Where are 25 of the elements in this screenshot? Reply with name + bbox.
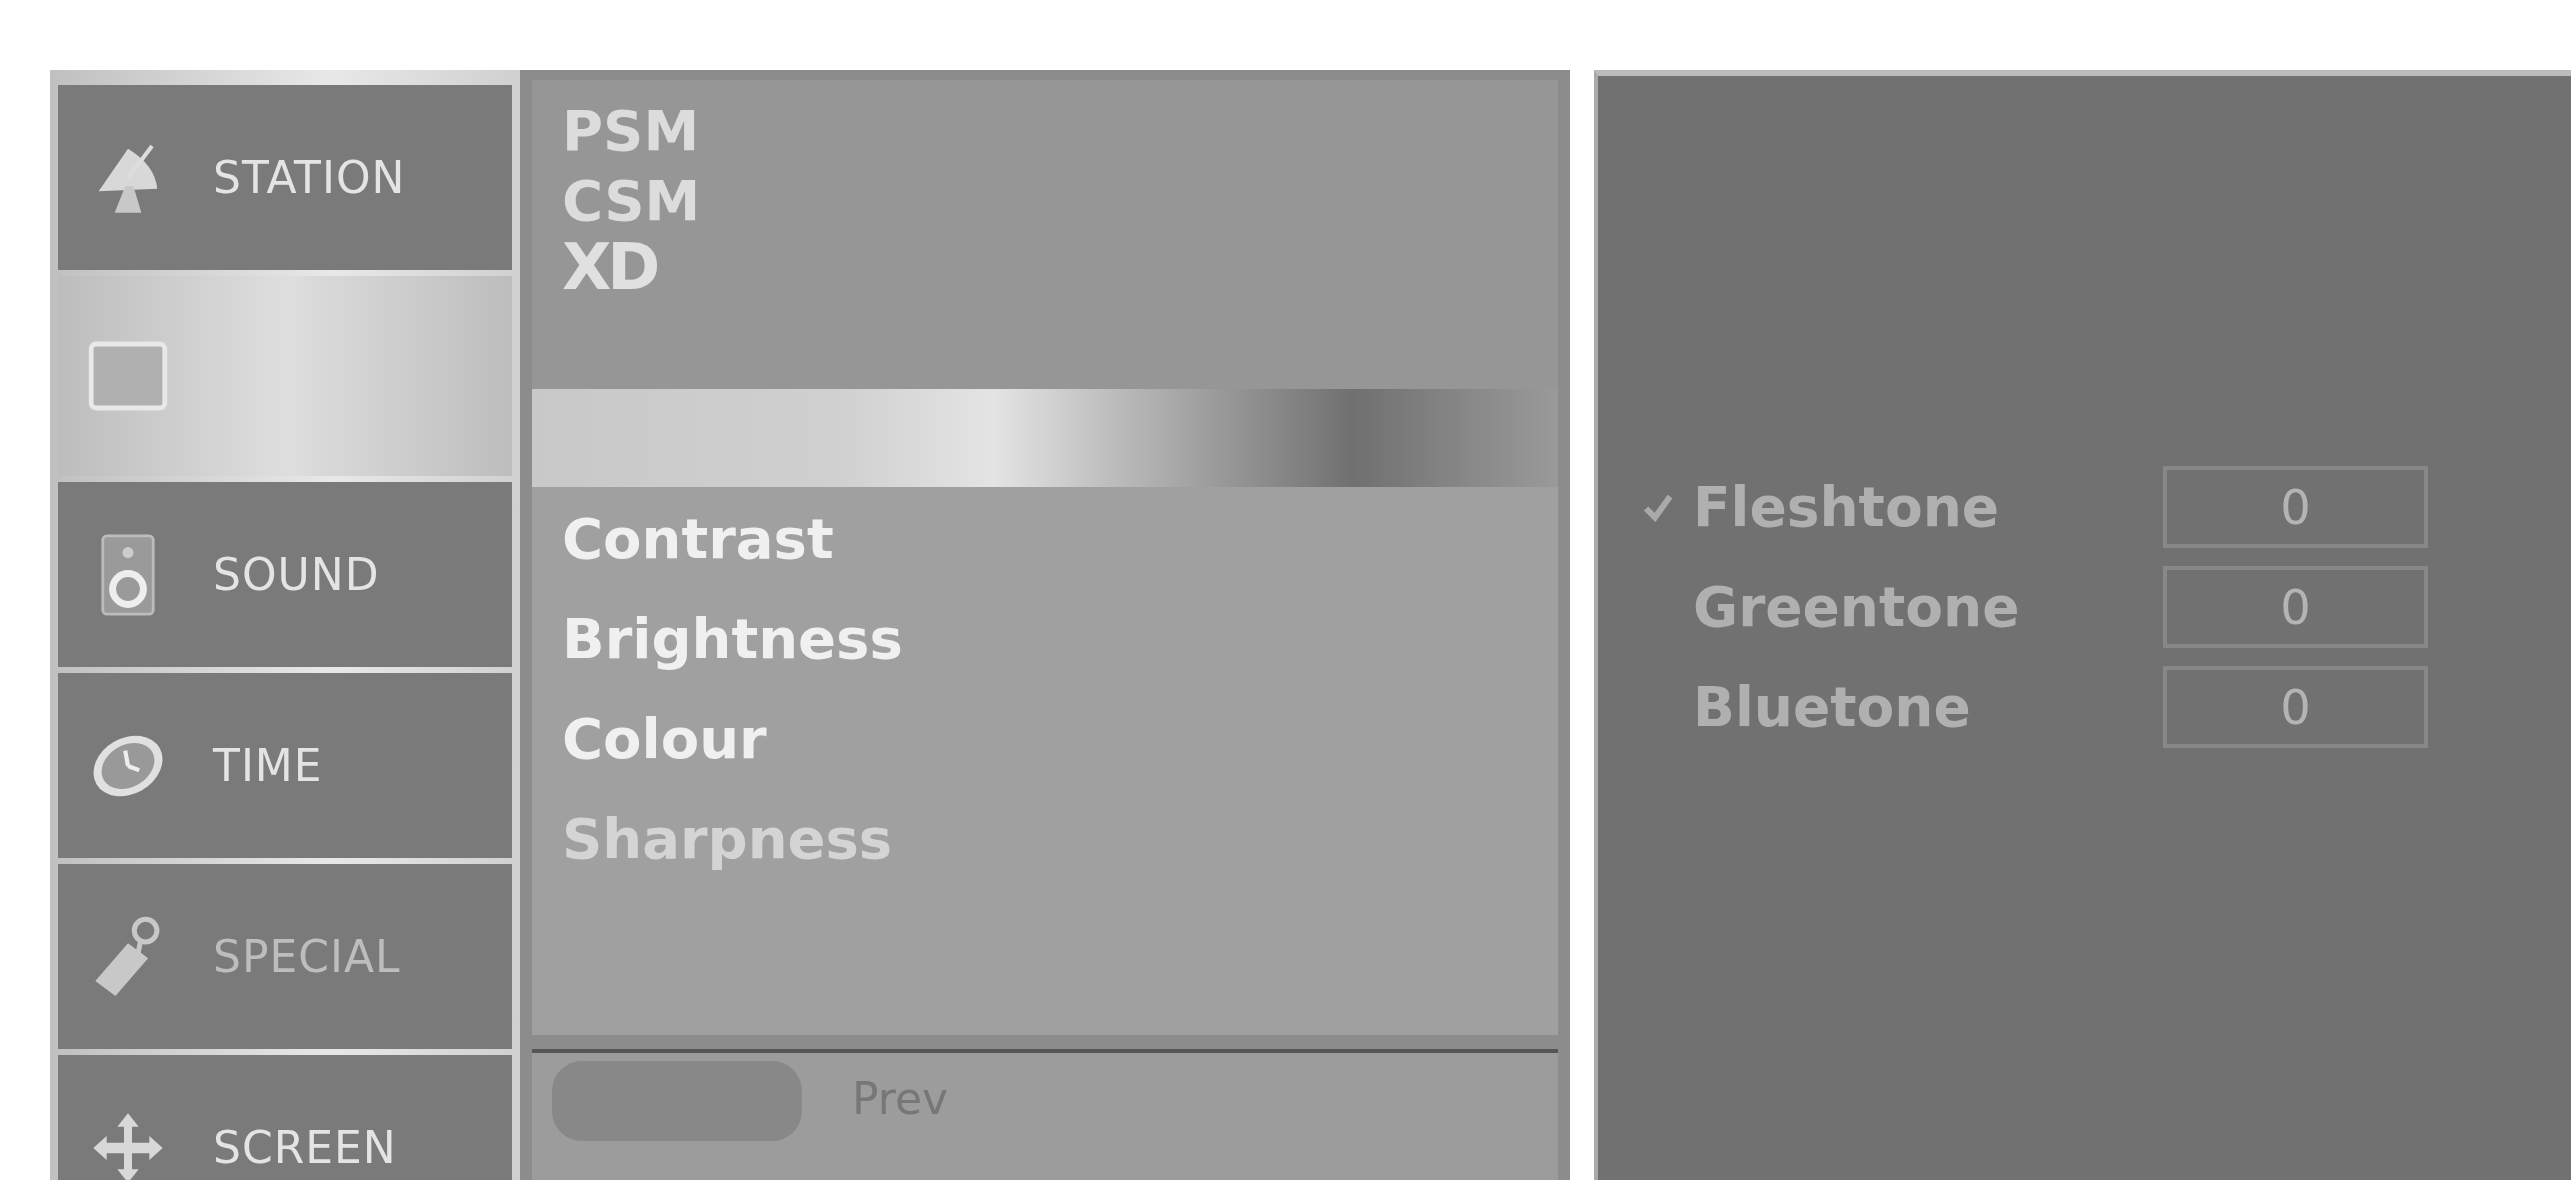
menu-option[interactable]: PSM xyxy=(562,100,1528,162)
menu-label: SOUND xyxy=(213,549,380,600)
menu-item[interactable]: STATION xyxy=(58,85,512,270)
menu-option[interactable]: Colour xyxy=(562,688,1528,789)
menu-option[interactable]: Brightness xyxy=(562,588,1528,689)
menu-item[interactable]: SOUND xyxy=(58,482,512,667)
speaker-icon xyxy=(100,532,156,617)
menu-item[interactable] xyxy=(58,276,512,476)
menu-option[interactable]: CSM xyxy=(562,169,1528,232)
value-field[interactable]: 0 xyxy=(2163,666,2428,748)
tv-screen-icon xyxy=(88,340,168,412)
menu-label: SCREEN xyxy=(213,1122,397,1173)
tone-label[interactable]: Greentone xyxy=(1693,575,2163,639)
tone-label[interactable]: Bluetone xyxy=(1693,675,2163,739)
menu-option[interactable]: Contrast xyxy=(562,488,1528,589)
menu-label: STATION xyxy=(213,152,406,203)
menu-item[interactable]: SPECIAL xyxy=(58,864,512,1049)
menu-label: TIME xyxy=(213,740,323,791)
xd-logo[interactable]: XD xyxy=(562,239,1528,297)
menu-item[interactable]: TIME xyxy=(58,673,512,858)
menu-label: SPECIAL xyxy=(213,931,401,982)
value-field[interactable]: 0 xyxy=(2163,466,2428,548)
menu-item[interactable]: SCREEN xyxy=(58,1055,512,1180)
tone-label[interactable]: Fleshtone xyxy=(1693,475,2163,539)
value-field[interactable]: 0 xyxy=(2163,566,2428,648)
